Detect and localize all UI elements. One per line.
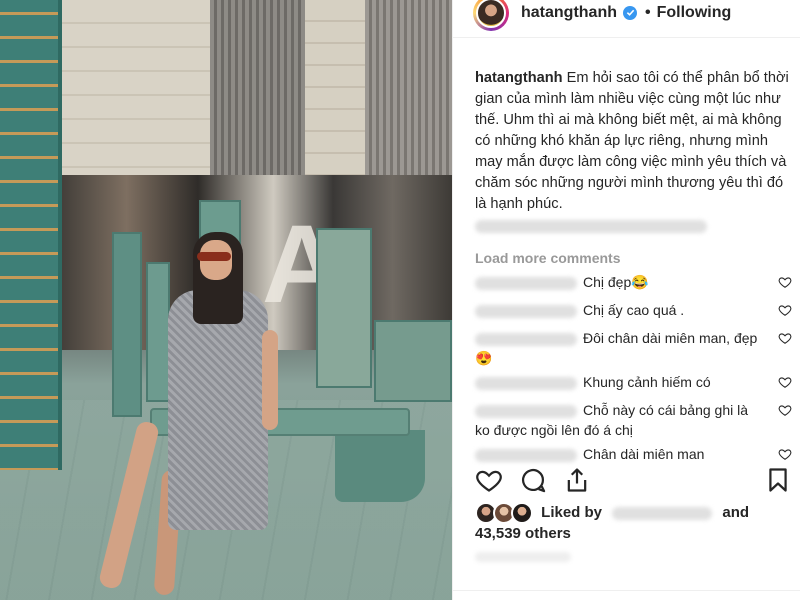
liked-by-label: Liked by [541,503,603,521]
comment-item: Khung cảnh hiếm có [475,368,800,396]
blurred-username [475,276,577,290]
header-username[interactable]: hatangthanh [521,4,617,22]
caption-username[interactable]: hatangthanh [475,70,563,86]
comment-text: Chị đẹp😂 [583,274,649,290]
liker-avatar [511,502,533,524]
blurred-text [475,219,707,233]
comment-icon[interactable] [519,466,547,494]
comment-item: Chị ấy cao quá . [475,296,800,324]
heart-icon[interactable] [778,403,792,417]
stone-slab [374,320,452,402]
post-header: hatangthanh • Following [453,0,800,38]
bench-support [335,430,425,502]
comment-list: Chị đẹp😂 Chị ấy cao quá . Đôi chân dài m… [453,266,800,468]
post-photo[interactable]: A [0,0,452,600]
stone-slab [146,262,170,402]
separator-dot: • [645,3,651,21]
heart-icon[interactable] [778,331,792,345]
avatar-image [476,0,506,28]
heart-icon[interactable] [778,447,792,461]
heart-icon[interactable] [778,275,792,289]
building-louvers [365,0,452,200]
building-facade [60,0,210,200]
verified-badge-icon [623,5,637,20]
blurred-username [475,304,577,318]
likes-count[interactable]: 43,539 others [475,525,571,542]
person-dress [168,290,268,530]
post-caption: hatangthanh Em hỏi sao tôi có thể phân b… [453,38,800,236]
liked-and-label: and [722,503,750,521]
post-side-panel: hatangthanh • Following hatangthanh Em h… [452,0,800,600]
comment-text: Chị ấy cao quá . [583,302,685,318]
caption-text: Em hỏi sao tôi có thể phân bổ thời gian … [475,70,789,212]
building-facade [305,0,365,200]
comment-item: Đôi chân dài miên man, đẹp 😍 [475,324,800,368]
blurred-username [475,376,577,390]
blurred-username [612,506,713,520]
heart-icon[interactable] [778,303,792,317]
building-louvers [210,0,305,200]
stone-slab [316,228,372,388]
blurred-text [475,552,571,562]
following-button[interactable]: Following [657,4,732,22]
comment-item: Chỗ này có cái bảng ghi là ko được ngồi … [475,396,800,440]
comment-item: Chị đẹp😂 [475,268,800,296]
stone-slab [112,232,142,417]
person-arm [262,330,278,430]
share-icon[interactable] [563,466,591,494]
blurred-username [475,404,577,418]
blurred-username [475,448,577,462]
liker-avatars[interactable] [475,502,537,524]
load-more-comments-button[interactable]: Load more comments [453,236,800,266]
heart-icon[interactable] [778,375,792,389]
comment-text: Khung cảnh hiếm có [583,374,711,390]
decorative-screen [0,0,62,470]
action-bar [475,466,792,496]
comment-text: Chân dài miên man [583,446,705,462]
bookmark-icon[interactable] [764,466,792,494]
blurred-username [475,332,577,346]
avatar[interactable] [473,0,509,31]
divider [453,590,800,591]
sunglasses [197,252,231,261]
likes-summary: Liked by and 43,539 others [475,502,790,544]
comment-item: Chân dài miên man [475,440,800,468]
heart-icon[interactable] [475,466,503,494]
